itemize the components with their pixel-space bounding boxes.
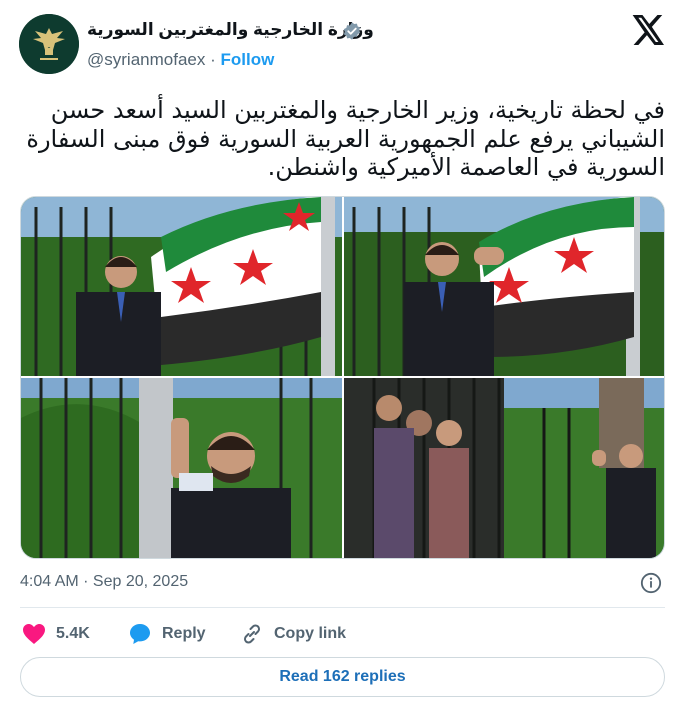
info-icon[interactable]: [640, 572, 662, 594]
photo-2-image: [344, 197, 664, 376]
photo-1[interactable]: [21, 197, 342, 376]
tweet-embed: وزارة الخارجية والمغتربين السورية @syria…: [0, 0, 685, 714]
account-name[interactable]: وزارة الخارجية والمغتربين السورية: [87, 20, 374, 40]
photo-1-image: [21, 197, 342, 376]
photo-3-image: [21, 378, 342, 558]
copy-link-button[interactable]: Copy link: [240, 621, 346, 647]
photo-4[interactable]: [344, 378, 664, 558]
photo-4-image: [344, 378, 664, 558]
heart-icon: [23, 624, 45, 644]
follow-button[interactable]: Follow: [221, 50, 275, 69]
media-grid: [20, 196, 665, 559]
reply-label: Reply: [162, 625, 206, 642]
read-replies-button[interactable]: Read 162 replies: [20, 657, 665, 697]
tweet-text: في لحظة تاريخية، وزير الخارجية والمغتربي…: [26, 96, 665, 181]
separator-dot: ·: [210, 50, 216, 69]
link-icon: [243, 624, 261, 644]
divider: [20, 607, 665, 608]
verified-badge-icon: [343, 22, 361, 40]
speech-bubble-icon: [130, 624, 150, 644]
photo-2[interactable]: [344, 197, 664, 376]
reply-button[interactable]: Reply: [128, 621, 206, 647]
eagle-emblem-icon: [19, 14, 79, 74]
tweet-timestamp[interactable]: 4:04 AM · Sep 20, 2025: [20, 573, 188, 591]
handle-row: @syrianmofaex · Follow: [87, 50, 274, 70]
like-button[interactable]: 5.4K: [22, 621, 90, 647]
photo-3[interactable]: [21, 378, 342, 558]
account-handle[interactable]: @syrianmofaex: [87, 50, 205, 69]
copy-link-label: Copy link: [274, 625, 347, 642]
like-count: 5.4K: [56, 625, 90, 642]
x-logo-icon[interactable]: [632, 15, 666, 45]
account-avatar[interactable]: [19, 14, 79, 74]
